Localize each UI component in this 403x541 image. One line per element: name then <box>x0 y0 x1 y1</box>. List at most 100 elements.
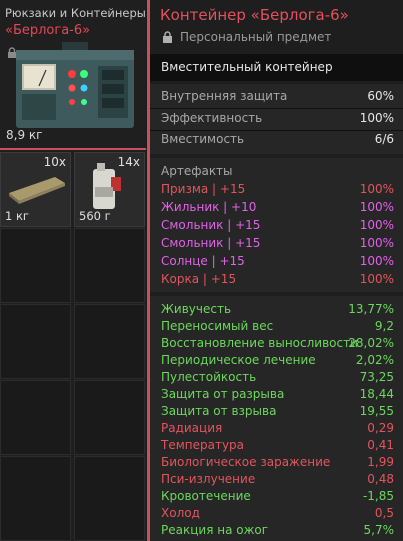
artifacts-header-row: Артефакты <box>161 164 394 181</box>
effect-row-value: 1,99 <box>367 455 394 469</box>
category-label: Рюкзаки и Контейнеры <box>5 6 146 20</box>
effect-row: Пулестойкость 73,25 <box>161 370 394 387</box>
effect-row: Защита от разрыва 18,44 <box>161 387 394 404</box>
artifact-row-label: Солнце | +15 <box>161 254 245 268</box>
container-weight: 8,9 кг <box>6 128 43 142</box>
artifact-row-label: Призма | +15 <box>161 182 246 196</box>
artifact-row-value: 100% <box>359 200 394 214</box>
empty-slot[interactable] <box>0 456 71 541</box>
effect-row: Пси-излучение 0,48 <box>161 472 394 489</box>
inventory-slot[interactable]: 10x 1 кг <box>0 152 71 227</box>
artifact-row-value: 100% <box>359 218 394 232</box>
effect-row: Защита от взрыва 19,55 <box>161 404 394 421</box>
artifacts-block: Артефакты Призма | +15 100% Жильник | +10 1… <box>150 158 403 292</box>
effect-row-label: Защита от взрыва <box>161 404 277 418</box>
effect-row-value: 5,7% <box>363 523 395 537</box>
effect-row: Биологическое заражение 1,99 <box>161 455 394 472</box>
artifact-row-label: Жильник | +10 <box>161 200 257 214</box>
stat-row: Вместимость 6/6 <box>161 132 394 149</box>
artifact-row: Солнце | +15 100% <box>161 254 394 271</box>
effect-row: Радиация 0,29 <box>161 421 394 438</box>
container-panel: Рюкзаки и Контейнеры «Берлога-6» 8,9 кг … <box>0 0 146 541</box>
effect-row-label: Защита от разрыва <box>161 387 285 401</box>
divider <box>0 148 146 150</box>
artifacts-header: Артефакты <box>161 164 233 178</box>
artifact-row: Корка | +15 100% <box>161 272 394 289</box>
artifact-row-label: Смольник | +15 <box>161 236 261 250</box>
stat-value: 6/6 <box>374 132 394 146</box>
artifact-row: Призма | +15 100% <box>161 182 394 199</box>
effect-row-label: Пулестойкость <box>161 370 257 384</box>
empty-slot[interactable] <box>0 228 71 303</box>
effect-row: Восстановление выносливости 28,02% <box>161 336 394 353</box>
container-image[interactable] <box>12 40 138 132</box>
artifact-row-value: 100% <box>359 254 394 268</box>
effect-row-label: Радиация <box>161 421 223 435</box>
personal-item-label: Персональный предмет <box>180 30 332 44</box>
effect-row-value: 28,02% <box>348 336 394 350</box>
effect-row-label: Биологическое заражение <box>161 455 331 469</box>
slot-weight: 1 кг <box>5 209 29 223</box>
effects-block: Живучесть 13,77% Переносимый вес 9,2 Восстан… <box>150 296 403 541</box>
effect-row: Периодическое лечение 2,02% <box>161 353 394 370</box>
effect-row-label: Периодическое лечение <box>161 353 316 367</box>
effect-row-label: Реакция на ожог <box>161 523 269 537</box>
effect-row-value: 73,25 <box>359 370 394 384</box>
slot-quantity: 10x <box>43 155 66 169</box>
artifact-row-value: 100% <box>359 272 394 286</box>
stat-label: Эффективность <box>161 111 263 125</box>
effect-row: Холод 0,5 <box>161 506 394 523</box>
artifact-row: Смольник | +15 100% <box>161 236 394 253</box>
effect-row: Реакция на ожог 5,7% <box>161 523 394 540</box>
stat-label: Внутренняя защита <box>161 89 288 103</box>
lock-icon <box>163 31 172 43</box>
effect-row: Температура 0,41 <box>161 438 394 455</box>
empty-slot[interactable] <box>0 380 71 455</box>
effect-row-value: 18,44 <box>359 387 394 401</box>
effect-row-label: Восстановление выносливости <box>161 336 358 350</box>
effect-row: Переносимый вес 9,2 <box>161 319 394 336</box>
artifact-row-label: Смольник | +15 <box>161 218 261 232</box>
effect-row-value: 0,5 <box>374 506 394 520</box>
inventory-slot[interactable]: 14x 560 г <box>74 152 145 227</box>
effect-row-label: Живучесть <box>161 302 232 316</box>
empty-slot[interactable] <box>74 456 145 541</box>
item-type-bar: Вместительный контейнер <box>150 54 403 81</box>
empty-slot[interactable] <box>0 304 71 379</box>
stat-row: Эффективность 100% <box>161 111 394 128</box>
empty-slot[interactable] <box>74 304 145 379</box>
effect-row: Живучесть 13,77% <box>161 302 394 319</box>
stat-value: 60% <box>367 89 394 103</box>
effect-row-value: 0,48 <box>367 472 394 486</box>
effect-row: Кровотечение -1,85 <box>161 489 394 506</box>
effect-row-value: 19,55 <box>359 404 394 418</box>
effect-row-value: -1,85 <box>362 489 394 503</box>
effect-row-label: Переносимый вес <box>161 319 274 333</box>
artifact-row-label: Корка | +15 <box>161 272 237 286</box>
slot-weight: 560 г <box>79 209 111 223</box>
item-type: Вместительный контейнер <box>161 60 333 74</box>
item-tooltip: Контейнер «Берлога-6» Персональный предм… <box>147 0 403 541</box>
effect-row-value: 13,77% <box>348 302 394 316</box>
stat-label: Вместимость <box>161 132 245 146</box>
stat-row: Внутренняя защита 60% <box>161 89 394 106</box>
effect-row-value: 0,29 <box>367 421 394 435</box>
bandage-pack-icon <box>9 177 65 204</box>
artifact-row: Жильник | +10 100% <box>161 200 394 217</box>
stat-value: 100% <box>359 111 394 125</box>
container-name: «Берлога-6» <box>5 23 91 38</box>
empty-slot[interactable] <box>74 380 145 455</box>
artifact-row-value: 100% <box>359 182 394 196</box>
canister-icon <box>93 163 121 209</box>
item-title: Контейнер «Берлога-6» <box>160 6 349 24</box>
effect-row-label: Температура <box>161 438 245 452</box>
effect-row-value: 0,41 <box>367 438 394 452</box>
effect-row-label: Кровотечение <box>161 489 251 503</box>
effect-row-value: 9,2 <box>374 319 394 333</box>
empty-slot[interactable] <box>74 228 145 303</box>
effect-row-label: Пси-излучение <box>161 472 256 486</box>
effect-row-value: 2,02% <box>355 353 394 367</box>
effect-row-label: Холод <box>161 506 200 520</box>
artifact-row-value: 100% <box>359 236 394 250</box>
artifact-row: Смольник | +15 100% <box>161 218 394 235</box>
